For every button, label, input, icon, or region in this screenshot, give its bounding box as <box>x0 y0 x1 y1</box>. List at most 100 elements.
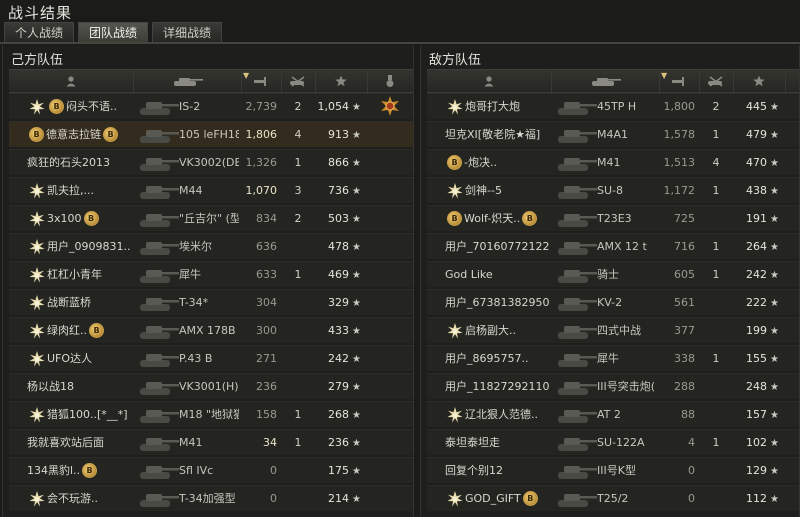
kills-value: 2 <box>294 212 302 225</box>
player-row[interactable]: 绿肉红.. B AMX 178B 300 433 ★ <box>9 317 413 343</box>
player-row[interactable]: 134黑豹l.. B Sfl IVc 0 175 ★ <box>9 457 413 483</box>
player-name: 用户_70160772122 <box>445 240 550 253</box>
kills-column-header[interactable] <box>699 70 734 92</box>
xp-cell: 248 ★ <box>733 374 779 399</box>
tank-name: P.43 B <box>179 352 213 365</box>
player-row[interactable]: B -炮决.. M41 1,513 4 470 ★ <box>427 149 799 175</box>
damage-value: 636 <box>256 240 277 253</box>
tank-name: M18 "地狱猫 <box>179 408 239 421</box>
badge-column-header[interactable] <box>367 70 413 92</box>
medal-icon[interactable] <box>379 95 401 116</box>
player-row[interactable]: GOD_GIFT B T25/2 0 112 ★ <box>427 485 799 511</box>
player-row[interactable]: 会不玩游.. T-34加强型 0 214 ★ <box>9 485 413 511</box>
tank-name: 犀牛 <box>597 352 619 365</box>
kills-value <box>281 290 315 315</box>
player-column-header[interactable] <box>427 70 552 92</box>
xp-cell: 438 ★ <box>733 178 779 203</box>
player-row[interactable]: B德意志拉链B 105 leFH18B 1,806 4 913★ <box>9 121 413 147</box>
damage-column-header[interactable]: ▼ <box>659 70 700 92</box>
player-row[interactable]: 回复个别12 III号K型 0 129 ★ <box>427 457 799 483</box>
player-row[interactable]: 杠杠小青年 犀牛 633 1 469 ★ <box>9 261 413 287</box>
damage-value: 236 <box>256 380 277 393</box>
xp-value: 191 <box>746 212 768 225</box>
xp-value: 913 <box>328 128 350 141</box>
player-name: 我就喜欢站后面 <box>27 436 104 449</box>
tank-column-header[interactable] <box>551 70 660 92</box>
player-row[interactable]: 凯夫拉,... M44 1,070 3 736 ★ <box>9 177 413 203</box>
player-row[interactable]: 猎狐100..[*__*] M18 "地狱猫 158 1 268 ★ <box>9 401 413 427</box>
player-row[interactable]: B 闷头不语.. IS-2 2,739 2 1,054 ★ <box>9 93 413 119</box>
clan-badge-icon: B <box>103 127 118 142</box>
xp-value: 129 <box>746 464 768 477</box>
player-row[interactable]: God Like 骑士 605 1 242 ★ <box>427 261 799 287</box>
xp-column-header[interactable] <box>733 70 786 92</box>
player-row[interactable]: 战断蓝桥 T-34* 304 329 ★ <box>9 289 413 315</box>
damage-value: 304 <box>256 296 277 309</box>
tank-name: T-34加强型 <box>179 492 236 505</box>
tab-personal[interactable]: 个人战绩 <box>4 22 75 43</box>
player-row[interactable]: 泰坦泰坦走 SU-122A 4 1 102 ★ <box>427 429 799 455</box>
xp-cell: 478 ★ <box>315 234 361 259</box>
ally-team-panel: 己方队伍 ▼ B 闷头不语.. IS-2 2,739 2 1,054 ★ B 德意志拉链 B 105… <box>2 45 414 517</box>
enemy-team-panel: 敌方队伍 ▼ 炮哥打大炮 45TP H 1,800 2 445 ★ 坦克XI[敬老院★福] M… <box>420 45 800 517</box>
player-row[interactable]: 炮哥打大炮 45TP H 1,800 2 445 ★ <box>427 93 799 119</box>
tank-name: 四式中战 <box>597 324 641 337</box>
kills-value: 1 <box>294 436 302 449</box>
star-icon: ★ <box>352 130 361 141</box>
xp-value: 866 <box>328 156 350 169</box>
player-row[interactable]: 剑神--5 SU-8 1,172 1 438 ★ <box>427 177 799 203</box>
kills-value: 2 <box>712 100 720 113</box>
player-name: 134黑豹l.. <box>27 464 81 477</box>
player-cell: 用户_67381382950 <box>445 290 557 315</box>
player-row[interactable]: B Wolf-炽天.. B T23E3 725 191 ★ <box>427 205 799 231</box>
player-row[interactable]: 用户_0909831.. 埃米尔 636 478 ★ <box>9 233 413 259</box>
damage-column-header[interactable]: ▼ <box>241 70 282 92</box>
player-row[interactable]: 杨以战18 VK3001(H) 236 279 ★ <box>9 373 413 399</box>
player-row[interactable]: 用户_70160772122 AMX 12 t 716 1 264 ★ <box>427 233 799 259</box>
xp-cell: 433 ★ <box>315 318 361 343</box>
player-column-header[interactable] <box>9 70 134 92</box>
damage-value: 716 <box>674 240 695 253</box>
kills-value: 3 <box>294 184 302 197</box>
player-row[interactable]: UFO达人 P.43 B 271 242 ★ <box>9 345 413 371</box>
xp-cell: 242 ★ <box>315 346 361 371</box>
player-row[interactable]: 3x100 B "丘吉尔" (型 834 2 503 ★ <box>9 205 413 231</box>
tab-team[interactable]: 团队战绩 <box>78 22 149 43</box>
kills-value: 1 <box>712 240 720 253</box>
player-row[interactable]: 启杨副大.. 四式中战 377 199 ★ <box>427 317 799 343</box>
player-cell: 回复个别12 <box>445 458 557 483</box>
enemy-column-header: ▼ <box>427 69 799 93</box>
player-row[interactable]: 辽北狠人范德.. AT 2 88 157 ★ <box>427 401 799 427</box>
player-row[interactable]: 用户_8695757.. 犀牛 338 1 155 ★ <box>427 345 799 371</box>
tank-column-header[interactable] <box>133 70 242 92</box>
achievement-star-icon <box>445 181 465 201</box>
kills-column-header[interactable] <box>281 70 316 92</box>
kills-value: 1 <box>294 156 302 169</box>
player-row[interactable]: 坦克XI[敬老院★福] M4A1 1,578 1 479 ★ <box>427 121 799 147</box>
kills-value <box>281 486 315 511</box>
enemy-player-list: 炮哥打大炮 45TP H 1,800 2 445 ★ 坦克XI[敬老院★福] M4A1 1,57… <box>427 93 799 513</box>
achievement-star-icon <box>445 405 465 425</box>
player-name: 辽北狠人范德.. <box>465 408 538 421</box>
damage-value: 561 <box>674 296 695 309</box>
tab-detailed[interactable]: 详细战绩 <box>152 22 223 43</box>
tank-icon <box>137 432 181 453</box>
tab-divider <box>0 42 800 44</box>
xp-cell: 199 ★ <box>733 318 779 343</box>
player-name: 绿肉红.. <box>47 324 87 337</box>
player-cell: 疯狂的石头2013 <box>27 150 139 175</box>
player-row[interactable]: 用户_11827292110 III号突击炮(288 248 ★ <box>427 373 799 399</box>
xp-value: 175 <box>328 464 350 477</box>
player-row[interactable]: 我就喜欢站后面 M41 34 1 236 ★ <box>9 429 413 455</box>
tank-icon <box>555 152 599 173</box>
player-cell: B 闷头不语.. <box>27 94 139 119</box>
tank-icon <box>555 208 599 229</box>
player-cell: 启杨副大.. <box>445 318 557 343</box>
tank-icon <box>137 236 181 257</box>
xp-column-header[interactable] <box>315 70 368 92</box>
player-row[interactable]: 疯狂的石头2013 VK3002(DB) 1,326 1 866★ <box>9 149 413 175</box>
player-row[interactable]: 用户_67381382950 KV-2 561 222 ★ <box>427 289 799 315</box>
tank-name: 105 leFH18B <box>179 128 239 141</box>
tank-icon <box>555 348 599 369</box>
player-cell: 猎狐100..[*__*] <box>27 402 139 427</box>
